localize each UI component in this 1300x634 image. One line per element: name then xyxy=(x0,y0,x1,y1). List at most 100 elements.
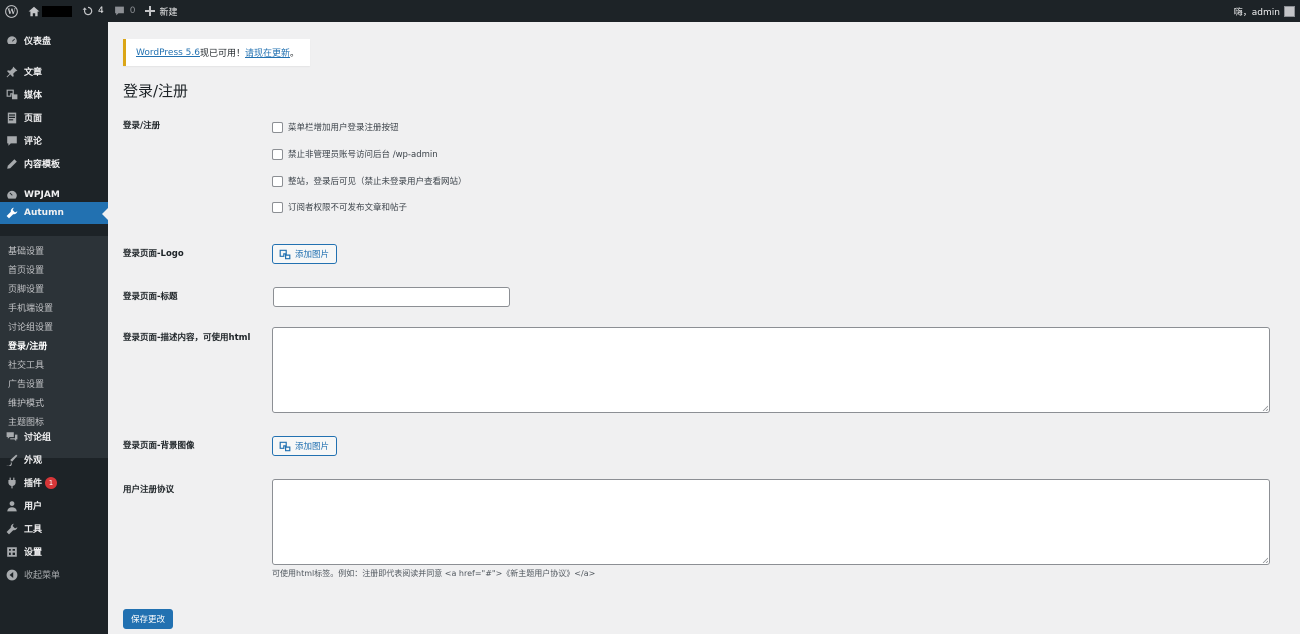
sidebar-item-3[interactable]: 媒体 xyxy=(0,83,108,106)
submenu-item[interactable]: 首页设置 xyxy=(8,263,44,276)
new-label: 新建 xyxy=(159,7,178,18)
sidebar-item-15[interactable]: 收起菜单 xyxy=(0,563,108,586)
sidebar-item-label: 评论 xyxy=(24,137,43,147)
title-label: 登录页面-标题 xyxy=(123,292,178,302)
admin-bar: W 4 0 新建 嗨，admin xyxy=(0,0,1300,22)
site-home-link[interactable] xyxy=(23,0,77,22)
update-notice: WordPress 5.6 现已可用！ 请现在更新 。 xyxy=(123,39,310,66)
agreement-textarea[interactable] xyxy=(272,479,1270,565)
sidebar-item-6[interactable]: 内容模板 xyxy=(0,152,108,175)
sidebar-item-label: 插件 xyxy=(24,479,43,489)
comments-link[interactable]: 0 xyxy=(109,0,141,22)
greeting: 嗨，admin xyxy=(1233,7,1280,18)
submenu-item[interactable]: 维护模式 xyxy=(8,396,44,409)
sidebar-item-label: 页面 xyxy=(24,114,43,124)
sidebar-item-label: Autumn xyxy=(24,208,64,218)
submenu-item[interactable]: 社交工具 xyxy=(8,358,44,371)
background-image-label: 登录页面-背景图像 xyxy=(123,441,195,451)
sidebar-item-13[interactable]: 工具 xyxy=(0,517,108,540)
checkbox[interactable] xyxy=(272,148,283,160)
description-textarea[interactable] xyxy=(272,327,1270,413)
svg-text:W: W xyxy=(6,7,16,16)
submenu-item[interactable]: 基础设置 xyxy=(8,244,44,257)
sidebar-item-10[interactable]: 外观 xyxy=(0,448,108,471)
agreement-hint: 可使用html标签。例如：注册即代表阅读并同意 <a href="#">《新主题… xyxy=(272,569,596,578)
comment-count: 0 xyxy=(129,6,136,16)
sidebar-item-label: 仪表盘 xyxy=(24,37,52,47)
checkbox-row-block-admin[interactable]: 禁止非管理员账号访问后台 /wp-admin xyxy=(272,148,438,160)
submenu-item[interactable]: 广告设置 xyxy=(8,377,44,390)
checkbox-label: 订阅者权限不可发布文章和帖子 xyxy=(288,203,408,213)
sidebar-item-label: 媒体 xyxy=(24,91,43,101)
settings-icon xyxy=(6,546,18,558)
sidebar-item-1[interactable]: 仪表盘 xyxy=(0,29,108,52)
submenu-item[interactable]: 登录/注册 xyxy=(8,339,47,352)
comment-icon xyxy=(6,135,18,147)
sidebar-item-4[interactable]: 页面 xyxy=(0,106,108,129)
checkbox-label: 菜单栏增加用户登录注册按钮 xyxy=(288,123,399,133)
add-background-image-button[interactable]: 添加图片 xyxy=(272,436,337,456)
login-title-input[interactable] xyxy=(273,287,510,307)
plugin-update-badge: 1 xyxy=(45,476,58,489)
resize-grip-icon[interactable] xyxy=(1262,405,1268,411)
sidebar-item-label: 用户 xyxy=(24,502,43,512)
sidebar-item-label: WPJAM xyxy=(24,189,60,200)
section-label: 登录/注册 xyxy=(123,121,161,131)
submenu-item[interactable]: 页脚设置 xyxy=(8,282,44,295)
checkbox-row-login-required[interactable]: 整站，登录后可见（禁止未登录用户查看网站） xyxy=(272,175,467,187)
dashboard-icon xyxy=(6,35,18,47)
checkbox[interactable] xyxy=(272,121,283,133)
checkbox-row-menu-login[interactable]: 菜单栏增加用户登录注册按钮 xyxy=(272,121,399,133)
page-title: 登录/注册 xyxy=(123,82,189,100)
checkbox[interactable] xyxy=(272,175,283,187)
sidebar-item-label: 文章 xyxy=(24,68,43,78)
sidebar-item-label: 收起菜单 xyxy=(24,571,61,581)
new-content-link[interactable]: 新建 xyxy=(140,0,182,22)
sidebar-item-11[interactable]: 插件 1 xyxy=(0,471,108,494)
submenu-item[interactable]: 手机端设置 xyxy=(8,301,53,314)
sidebar-item-8[interactable]: Autumn xyxy=(0,202,108,224)
update-now-link[interactable]: 请现在更新 xyxy=(245,46,290,59)
plugin-icon xyxy=(6,477,18,489)
wordpress-logo-icon[interactable]: W xyxy=(0,0,23,22)
user-icon xyxy=(6,500,18,512)
refresh-icon xyxy=(82,5,94,17)
sidebar-item-12[interactable]: 用户 xyxy=(0,494,108,517)
sidebar-item-5[interactable]: 评论 xyxy=(0,129,108,152)
update-count: 4 xyxy=(98,6,104,16)
checkbox[interactable] xyxy=(272,201,283,213)
sidebar-item-2[interactable]: 文章 xyxy=(0,60,108,83)
checkbox-row-subscriber-post[interactable]: 订阅者权限不可发布文章和帖子 xyxy=(272,201,407,213)
sidebar-item-label: 外观 xyxy=(24,456,43,466)
edit-icon xyxy=(6,158,18,170)
add-media-icon xyxy=(279,249,291,259)
sidebar-item-label: 讨论组 xyxy=(24,433,52,443)
gauge-icon xyxy=(6,189,18,201)
my-account-link[interactable]: 嗨，admin xyxy=(1229,0,1300,22)
submenu-item[interactable]: 讨论组设置 xyxy=(8,320,53,333)
checkbox-label: 整站，登录后可见（禁止未登录用户查看网站） xyxy=(288,177,467,187)
resize-grip-icon[interactable] xyxy=(1262,557,1268,563)
checkbox-label: 禁止非管理员账号访问后台 /wp-admin xyxy=(288,150,438,160)
comment-icon xyxy=(114,6,125,16)
add-media-icon xyxy=(279,441,291,451)
tools-icon xyxy=(6,523,18,535)
notice-text: 现已可用！ xyxy=(200,49,246,59)
wordpress-version-link[interactable]: WordPress 5.6 xyxy=(136,48,200,58)
admin-sidebar: 基础设置 首页设置 页脚设置 手机端设置 讨论组设置 登录/注册 社交工具 广告设置 维护模式主… xyxy=(0,22,108,634)
wrench-icon xyxy=(6,207,18,219)
add-logo-image-button[interactable]: 添加图片 xyxy=(272,244,337,264)
add-image-label: 添加图片 xyxy=(295,442,330,452)
sidebar-item-label: 工具 xyxy=(24,525,43,535)
home-icon xyxy=(28,6,40,17)
media-icon xyxy=(6,89,18,101)
updates-link[interactable]: 4 xyxy=(77,0,109,22)
save-changes-button[interactable]: 保存更改 xyxy=(123,609,173,629)
collapse-icon xyxy=(6,569,18,581)
forum-icon xyxy=(6,431,18,443)
sidebar-item-14[interactable]: 设置 xyxy=(0,540,108,563)
sidebar-item-9[interactable]: 讨论组 xyxy=(0,425,108,448)
avatar xyxy=(1284,5,1295,17)
paintbrush-icon xyxy=(6,454,18,466)
redacted-site-name xyxy=(42,5,72,17)
